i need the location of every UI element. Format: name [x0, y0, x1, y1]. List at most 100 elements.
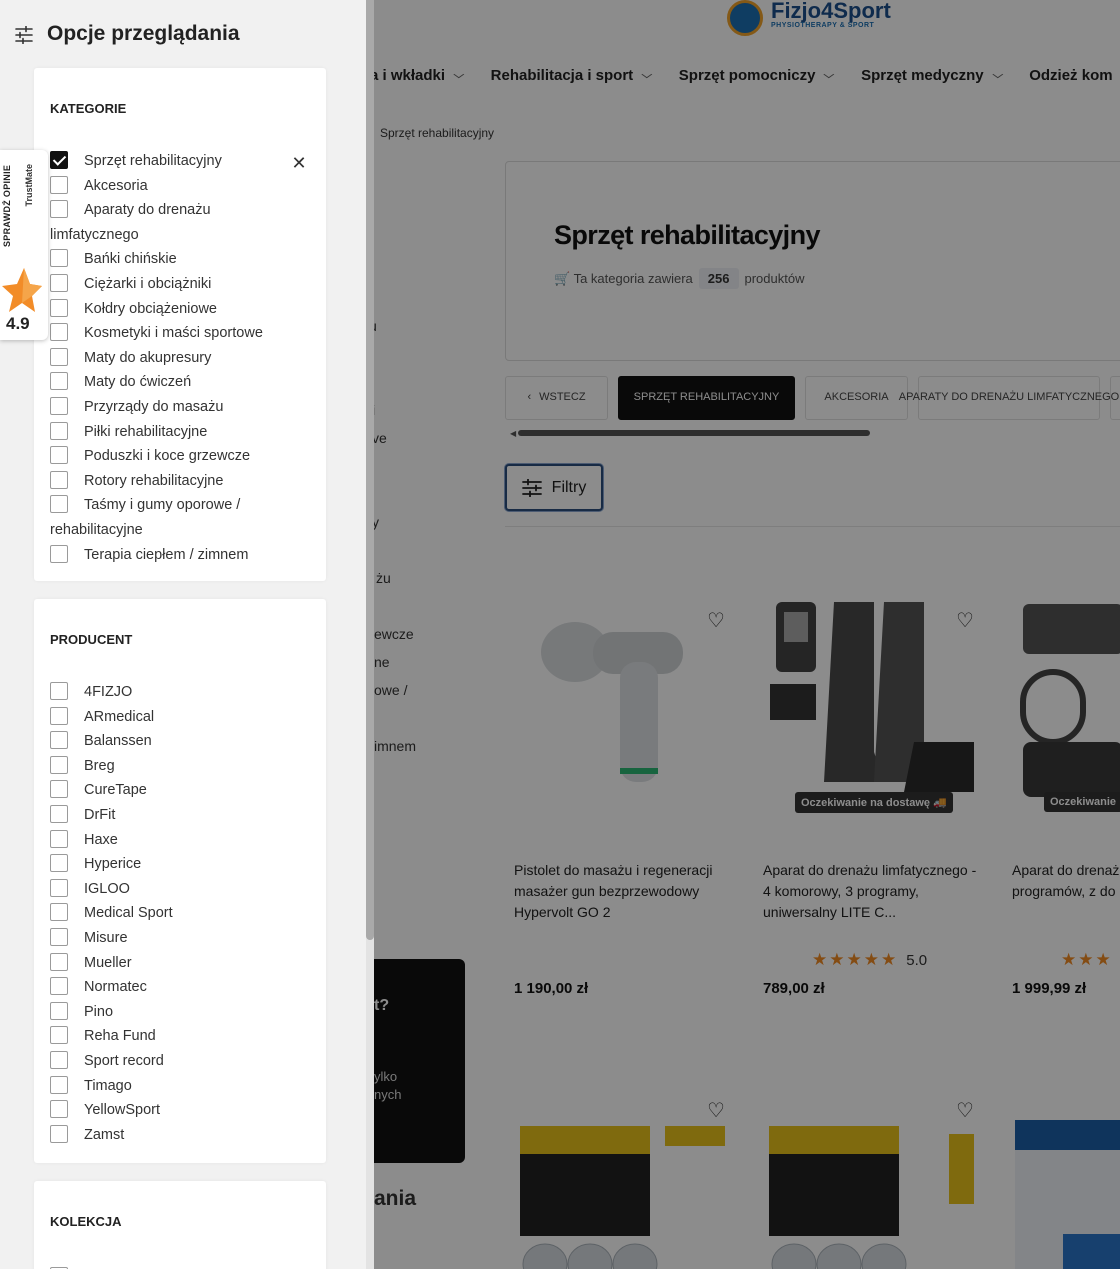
checkbox[interactable]: [50, 470, 68, 489]
checkbox[interactable]: [50, 1050, 68, 1069]
option-label: Kołdry obciążeniowe: [84, 300, 217, 317]
checkbox[interactable]: [50, 977, 68, 996]
producer-option[interactable]: IGLOO: [50, 877, 300, 902]
checkbox[interactable]: [50, 544, 68, 563]
category-option[interactable]: Terapia ciepłem / zimnem: [50, 543, 300, 568]
checkbox[interactable]: [50, 1124, 68, 1143]
browse-options-panel: Opcje przeglądania KATEGORIE ✕ Sprzęt re…: [0, 0, 374, 1269]
checkbox[interactable]: [50, 396, 68, 415]
category-option[interactable]: Piłki rehabilitacyjne: [50, 420, 300, 445]
option-label: Taśmy i gumy oporowe / rehabilitacyjne: [50, 497, 241, 538]
producer-option[interactable]: Normatec: [50, 975, 300, 1000]
option-label: Timago: [84, 1077, 132, 1094]
option-label: Normatec: [84, 979, 147, 996]
category-option[interactable]: Aparaty do drenażu limfatycznego: [50, 198, 300, 247]
producer-option[interactable]: Misure: [50, 926, 300, 951]
checkbox[interactable]: [50, 927, 68, 946]
producer-option[interactable]: Zamst: [50, 1123, 300, 1148]
checkbox[interactable]: [50, 731, 68, 750]
trustmate-brand: TrustMate: [24, 164, 34, 207]
checkbox[interactable]: [50, 682, 68, 700]
category-option[interactable]: Poduszki i koce grzewcze: [50, 444, 300, 469]
option-label: Sport record: [84, 1052, 164, 1069]
checkbox[interactable]: [50, 200, 68, 219]
category-option[interactable]: Przyrządy do masażu: [50, 395, 300, 420]
category-option[interactable]: Kołdry obciążeniowe: [50, 297, 300, 322]
checkbox[interactable]: [50, 903, 68, 922]
section-title: KOLEKCJA: [50, 1214, 122, 1229]
producer-option[interactable]: Haxe: [50, 828, 300, 853]
checkbox[interactable]: [50, 151, 68, 169]
panel-header: Opcje przeglądania: [0, 0, 366, 68]
category-option[interactable]: Akcesoria: [50, 174, 300, 199]
category-option[interactable]: Maty do ćwiczeń: [50, 370, 300, 395]
category-option[interactable]: Maty do akupresury: [50, 346, 300, 371]
option-label: 4FIZJO: [84, 684, 133, 700]
checkbox[interactable]: [50, 1075, 68, 1094]
checkbox[interactable]: [50, 273, 68, 292]
producer-option[interactable]: Sport record: [50, 1049, 300, 1074]
checkbox[interactable]: [50, 175, 68, 194]
checkbox[interactable]: [50, 298, 68, 317]
producer-option[interactable]: Medical Sport: [50, 901, 300, 926]
option-label: IGLOO: [84, 880, 130, 897]
producer-option[interactable]: 4FIZJO: [50, 680, 300, 705]
checkbox[interactable]: [50, 347, 68, 366]
producer-option[interactable]: YellowSport: [50, 1098, 300, 1123]
checkbox[interactable]: [50, 952, 68, 971]
trustmate-widget[interactable]: SPRAWDŹ OPINIE TrustMate 4.9: [0, 150, 48, 340]
checkbox[interactable]: [50, 755, 68, 774]
option-label: YellowSport: [84, 1102, 161, 1119]
scrollbar-thumb[interactable]: [366, 0, 374, 940]
producer-option[interactable]: Pino: [50, 1000, 300, 1025]
filter-section-kolekcja: KOLEKCJA: [34, 1181, 326, 1269]
checkbox[interactable]: [50, 1100, 68, 1119]
checkbox[interactable]: [50, 1001, 68, 1020]
producer-option[interactable]: Mueller: [50, 951, 300, 976]
checkbox[interactable]: [50, 495, 68, 514]
option-label: Balanssen: [84, 733, 152, 750]
category-option[interactable]: Bańki chińskie: [50, 247, 300, 272]
category-option[interactable]: Sprzęt rehabilitacyjny: [50, 149, 300, 174]
checkbox[interactable]: [50, 1026, 68, 1045]
trustmate-score: 4.9: [6, 314, 30, 333]
checkbox[interactable]: [50, 878, 68, 897]
collection-options: [50, 1265, 300, 1269]
option-label: DrFit: [84, 806, 116, 823]
option-label: Przyrządy do masażu: [84, 398, 224, 415]
collection-option[interactable]: [50, 1265, 300, 1269]
option-label: Maty do ćwiczeń: [84, 374, 192, 391]
producer-option[interactable]: Balanssen: [50, 729, 300, 754]
producer-option[interactable]: Breg: [50, 754, 300, 779]
option-label: ARmedical: [84, 708, 155, 725]
checkbox[interactable]: [50, 854, 68, 873]
section-title: KATEGORIE: [50, 101, 127, 116]
option-label: Hyperice: [84, 856, 142, 873]
checkbox[interactable]: [50, 249, 68, 268]
checkbox[interactable]: [50, 829, 68, 848]
producer-option[interactable]: Reha Fund: [50, 1024, 300, 1049]
section-title: PRODUCENT: [50, 632, 133, 647]
producer-option[interactable]: Hyperice: [50, 852, 300, 877]
producer-option[interactable]: ARmedical: [50, 705, 300, 730]
checkbox[interactable]: [50, 804, 68, 823]
filter-section-kategorie: KATEGORIE ✕ Sprzęt rehabilitacyjny Akces…: [34, 68, 326, 581]
option-label: Bańki chińskie: [84, 251, 177, 268]
producer-option[interactable]: DrFit: [50, 803, 300, 828]
option-label: Kosmetyki i maści sportowe: [84, 325, 263, 342]
producer-option[interactable]: CureTape: [50, 778, 300, 803]
panel-scrollbar[interactable]: [366, 0, 374, 1269]
category-option[interactable]: Taśmy i gumy oporowe / rehabilitacyjne: [50, 493, 300, 542]
category-option[interactable]: Rotory rehabilitacyjne: [50, 469, 300, 494]
checkbox[interactable]: [50, 323, 68, 342]
category-option[interactable]: Ciężarki i obciążniki: [50, 272, 300, 297]
checkbox[interactable]: [50, 421, 68, 440]
option-label: Misure: [84, 929, 128, 946]
checkbox[interactable]: [50, 780, 68, 799]
producer-option[interactable]: Timago: [50, 1074, 300, 1099]
checkbox[interactable]: [50, 372, 68, 391]
checkbox[interactable]: [50, 706, 68, 725]
checkbox[interactable]: [50, 446, 68, 465]
option-label: Poduszki i koce grzewcze: [84, 448, 251, 465]
category-option[interactable]: Kosmetyki i maści sportowe: [50, 321, 300, 346]
